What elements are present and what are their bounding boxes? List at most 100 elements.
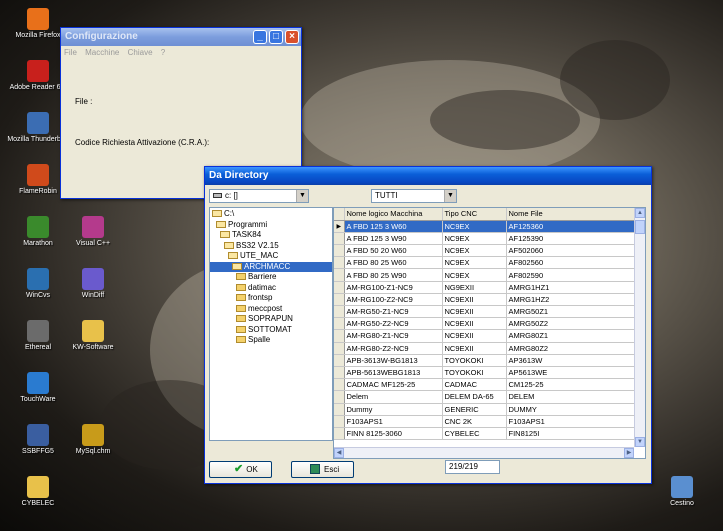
cell-file-name[interactable]: AF802560 [506, 256, 635, 270]
column-header-file[interactable]: Nome File [506, 208, 635, 221]
tree-node[interactable]: datimac [210, 283, 332, 294]
cell-machine-name[interactable]: Delem [344, 390, 443, 404]
cell-cnc-type[interactable]: CYBELEC [442, 427, 507, 441]
table-row[interactable]: AM-RG100-Z1-NC9 NG9EXII AMRG1HZ1 [334, 281, 635, 294]
cell-machine-name[interactable]: APB-3613W-BG1813 [344, 354, 443, 367]
menu-help[interactable]: ? [161, 48, 165, 57]
cell-cnc-type[interactable]: TOYOKOKI [442, 366, 507, 380]
scroll-down-icon[interactable]: ▼ [635, 437, 645, 447]
cell-cnc-type[interactable]: NC9EXII [442, 317, 507, 331]
cell-machine-name[interactable]: A FBD 80 25 W90 [344, 268, 443, 282]
cell-machine-name[interactable]: AM-RG80-Z1-NC9 [344, 329, 443, 343]
cell-cnc-type[interactable]: CADMAC [442, 378, 507, 392]
table-row[interactable]: Dummy GENERIC DUMMY [334, 403, 635, 416]
cell-file-name[interactable]: FIN8125I [506, 427, 635, 441]
tree-node[interactable]: SOTTOMAT [210, 325, 332, 336]
cell-file-name[interactable]: AP3613W [506, 354, 635, 367]
table-row[interactable]: APB-5613WEBG1813 TOYOKOKI AP5613WE [334, 366, 635, 380]
cell-machine-name[interactable]: APB-5613WEBG1813 [344, 366, 443, 380]
table-row[interactable]: AM-RG100-Z2-NC9 NC9EXII AMRG1HZ2 [334, 293, 635, 307]
cell-file-name[interactable]: AMRG50Z2 [506, 317, 635, 331]
menu-macchine[interactable]: Macchine [85, 48, 119, 57]
chevron-down-icon[interactable]: ▼ [444, 190, 456, 202]
menu-file[interactable]: File [64, 48, 77, 57]
cell-cnc-type[interactable]: NC9EX [442, 220, 507, 233]
cell-file-name[interactable]: AMRG1HZ2 [506, 293, 635, 307]
cell-file-name[interactable]: F103APS1 [506, 415, 635, 428]
cell-machine-name[interactable]: A FBD 80 25 W60 [344, 256, 443, 270]
desktop-icon[interactable]: TouchWare [2, 372, 74, 404]
maximize-icon[interactable]: □ [269, 30, 283, 44]
table-row[interactable]: A FBD 50 20 W60 NC9EX AF502060 [334, 244, 635, 258]
table-row[interactable]: CADMAC MF125-25 CADMAC CM125-25 [334, 378, 635, 392]
cell-cnc-type[interactable]: NC9EXII [442, 342, 507, 355]
table-row[interactable]: APB-3613W-BG1813 TOYOKOKI AP3613W [334, 354, 635, 367]
cell-file-name[interactable]: AF802590 [506, 268, 635, 282]
cell-machine-name[interactable]: AM-RG50-Z2-NC9 [344, 317, 443, 331]
desktop-icon[interactable]: Cestino [646, 476, 718, 508]
cell-cnc-type[interactable]: NC9EXII [442, 305, 507, 319]
cell-machine-name[interactable]: F103APS1 [344, 415, 443, 428]
cell-machine-name[interactable]: A FBD 125 3 W60 [344, 220, 443, 233]
cell-machine-name[interactable]: A FBD 125 3 W90 [344, 232, 443, 246]
tree-node[interactable]: meccpost [210, 304, 332, 315]
scroll-right-icon[interactable]: ▶ [624, 448, 634, 458]
table-row[interactable]: FINN 8125-3060 CYBELEC FIN8125I [334, 427, 635, 441]
cell-file-name[interactable]: AMRG80Z2 [506, 342, 635, 355]
scroll-thumb[interactable] [635, 220, 645, 234]
grid-vertical-scrollbar[interactable]: ▲ ▼ [634, 208, 645, 447]
cell-cnc-type[interactable]: CNC 2K [442, 415, 507, 428]
table-row[interactable]: AM-RG50-Z1-NC9 NC9EXII AMRG50Z1 [334, 305, 635, 319]
desktop-icon[interactable]: KW-Software [57, 320, 129, 352]
ok-button[interactable]: ✔ OK [209, 461, 272, 478]
exit-button[interactable]: Esci [291, 461, 354, 478]
column-header-cnc[interactable]: Tipo CNC [442, 208, 507, 221]
cell-file-name[interactable]: AP5613WE [506, 366, 635, 380]
cell-file-name[interactable]: DUMMY [506, 403, 635, 416]
cell-cnc-type[interactable]: NC9EXII [442, 293, 507, 307]
cell-machine-name[interactable]: AM-RG50-Z1-NC9 [344, 305, 443, 319]
tree-node[interactable]: SOPRAPUN [210, 314, 332, 325]
tree-node[interactable]: Programmi [210, 220, 332, 231]
directory-titlebar[interactable]: Da Directory [205, 167, 651, 185]
table-row[interactable]: A FBD 80 25 W90 NC9EX AF802590 [334, 268, 635, 282]
table-row[interactable]: Delem DELEM DA-65 DELEM [334, 390, 635, 404]
table-row[interactable]: A FBD 125 3 W90 NC9EX AF125390 [334, 232, 635, 246]
folder-tree[interactable]: C:\ Programmi TASK84 BS32 V2.15 UTE_MAC ARCHM… [209, 207, 333, 441]
cell-cnc-type[interactable]: NC9EX [442, 232, 507, 246]
tree-node[interactable]: BS32 V2.15 [210, 241, 332, 252]
cell-machine-name[interactable]: AM-RG100-Z1-NC9 [344, 281, 443, 294]
cell-cnc-type[interactable]: GENERIC [442, 403, 507, 416]
scroll-up-icon[interactable]: ▲ [635, 208, 645, 218]
tree-node[interactable]: ARCHMACC [210, 261, 332, 272]
desktop-icon[interactable]: Visual C++ [57, 216, 129, 248]
close-icon[interactable]: × [285, 30, 299, 44]
cell-cnc-type[interactable]: TOYOKOKI [442, 354, 507, 367]
cell-file-name[interactable]: AF502060 [506, 244, 635, 258]
cell-file-name[interactable]: CM125-25 [506, 378, 635, 392]
menu-chiave[interactable]: Chiave [128, 48, 153, 57]
cell-machine-name[interactable]: AM-RG100-Z2-NC9 [344, 293, 443, 307]
cell-machine-name[interactable]: FINN 8125-3060 [344, 427, 443, 441]
cell-file-name[interactable]: DELEM [506, 390, 635, 404]
cell-cnc-type[interactable]: NC9EX [442, 268, 507, 282]
table-row[interactable]: AM-RG50-Z2-NC9 NC9EXII AMRG50Z2 [334, 317, 635, 331]
table-row[interactable]: ▶ A FBD 125 3 W60 NC9EX AF125360 [334, 220, 635, 233]
drive-select[interactable]: c: [] ▼ [209, 189, 309, 203]
cell-cnc-type[interactable]: NC9EXII [442, 329, 507, 343]
cell-machine-name[interactable]: A FBD 50 20 W60 [344, 244, 443, 258]
grid-horizontal-scrollbar[interactable]: ◀ ▶ [334, 447, 634, 458]
cell-machine-name[interactable]: Dummy [344, 403, 443, 416]
cell-cnc-type[interactable]: NC9EX [442, 256, 507, 270]
table-row[interactable]: A FBD 80 25 W60 NC9EX AF802560 [334, 256, 635, 270]
tree-node[interactable]: Barriere [210, 272, 332, 283]
desktop-icon[interactable]: MySql.chm [57, 424, 129, 456]
cell-cnc-type[interactable]: NG9EXII [442, 281, 507, 294]
cell-file-name[interactable]: AF125360 [506, 220, 635, 233]
cell-machine-name[interactable]: AM-RG80-Z2-NC9 [344, 342, 443, 355]
table-row[interactable]: F103APS1 CNC 2K F103APS1 [334, 415, 635, 428]
desktop-icon[interactable]: CYBELEC [2, 476, 74, 508]
cell-file-name[interactable]: AMRG80Z1 [506, 329, 635, 343]
config-titlebar[interactable]: Configurazione _ □ × [61, 28, 301, 46]
cell-machine-name[interactable]: CADMAC MF125-25 [344, 378, 443, 392]
